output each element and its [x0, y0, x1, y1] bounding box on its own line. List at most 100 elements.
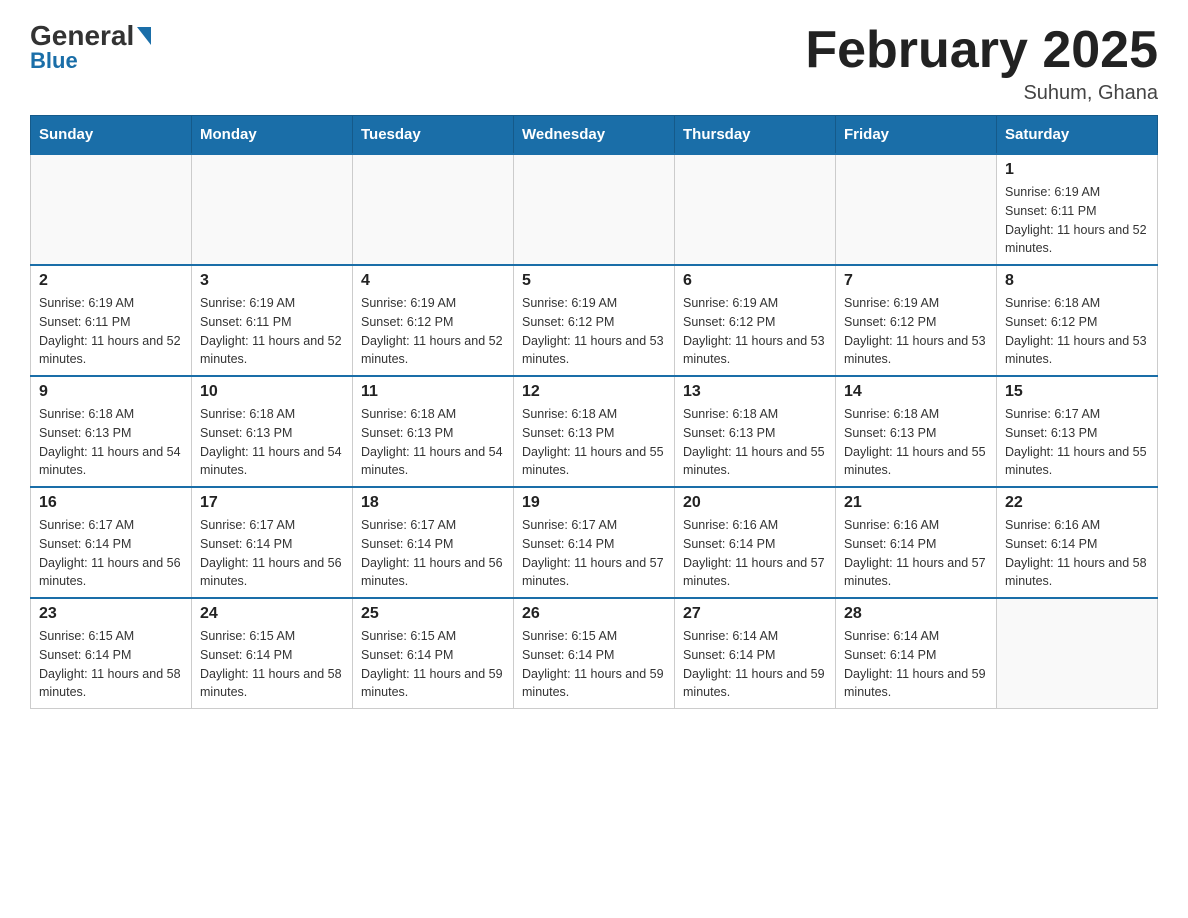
calendar-cell: 11 Sunrise: 6:18 AMSunset: 6:13 PMDaylig… — [353, 376, 514, 487]
day-info: Sunrise: 6:15 AMSunset: 6:14 PMDaylight:… — [200, 627, 344, 702]
day-info: Sunrise: 6:16 AMSunset: 6:14 PMDaylight:… — [1005, 516, 1149, 591]
day-info: Sunrise: 6:17 AMSunset: 6:14 PMDaylight:… — [39, 516, 183, 591]
day-number: 11 — [361, 383, 505, 401]
calendar-week-row: 1 Sunrise: 6:19 AMSunset: 6:11 PMDayligh… — [31, 154, 1158, 265]
day-info: Sunrise: 6:19 AMSunset: 6:12 PMDaylight:… — [844, 294, 988, 369]
calendar-cell: 17 Sunrise: 6:17 AMSunset: 6:14 PMDaylig… — [192, 487, 353, 598]
calendar-cell: 18 Sunrise: 6:17 AMSunset: 6:14 PMDaylig… — [353, 487, 514, 598]
calendar-cell: 26 Sunrise: 6:15 AMSunset: 6:14 PMDaylig… — [514, 598, 675, 709]
calendar-cell — [997, 598, 1158, 709]
calendar-week-row: 23 Sunrise: 6:15 AMSunset: 6:14 PMDaylig… — [31, 598, 1158, 709]
day-info: Sunrise: 6:18 AMSunset: 6:13 PMDaylight:… — [361, 405, 505, 480]
calendar-cell — [353, 154, 514, 265]
calendar-cell: 21 Sunrise: 6:16 AMSunset: 6:14 PMDaylig… — [836, 487, 997, 598]
day-info: Sunrise: 6:18 AMSunset: 6:13 PMDaylight:… — [200, 405, 344, 480]
calendar-cell — [675, 154, 836, 265]
day-number: 14 — [844, 383, 988, 401]
day-number: 15 — [1005, 383, 1149, 401]
day-number: 8 — [1005, 272, 1149, 290]
calendar-cell: 12 Sunrise: 6:18 AMSunset: 6:13 PMDaylig… — [514, 376, 675, 487]
calendar-cell: 23 Sunrise: 6:15 AMSunset: 6:14 PMDaylig… — [31, 598, 192, 709]
calendar-cell: 14 Sunrise: 6:18 AMSunset: 6:13 PMDaylig… — [836, 376, 997, 487]
logo-arrow-icon — [137, 27, 151, 45]
day-info: Sunrise: 6:19 AMSunset: 6:11 PMDaylight:… — [200, 294, 344, 369]
calendar-cell: 4 Sunrise: 6:19 AMSunset: 6:12 PMDayligh… — [353, 265, 514, 376]
calendar-cell — [514, 154, 675, 265]
calendar-cell: 2 Sunrise: 6:19 AMSunset: 6:11 PMDayligh… — [31, 265, 192, 376]
calendar-cell: 3 Sunrise: 6:19 AMSunset: 6:11 PMDayligh… — [192, 265, 353, 376]
calendar-cell: 27 Sunrise: 6:14 AMSunset: 6:14 PMDaylig… — [675, 598, 836, 709]
calendar-week-row: 2 Sunrise: 6:19 AMSunset: 6:11 PMDayligh… — [31, 265, 1158, 376]
day-info: Sunrise: 6:19 AMSunset: 6:12 PMDaylight:… — [683, 294, 827, 369]
day-number: 4 — [361, 272, 505, 290]
day-info: Sunrise: 6:17 AMSunset: 6:14 PMDaylight:… — [522, 516, 666, 591]
day-number: 5 — [522, 272, 666, 290]
calendar-header-wednesday: Wednesday — [514, 116, 675, 155]
calendar-cell: 13 Sunrise: 6:18 AMSunset: 6:13 PMDaylig… — [675, 376, 836, 487]
day-number: 22 — [1005, 494, 1149, 512]
day-number: 2 — [39, 272, 183, 290]
day-number: 17 — [200, 494, 344, 512]
calendar-cell: 6 Sunrise: 6:19 AMSunset: 6:12 PMDayligh… — [675, 265, 836, 376]
month-title: February 2025 — [805, 20, 1158, 80]
day-info: Sunrise: 6:17 AMSunset: 6:14 PMDaylight:… — [200, 516, 344, 591]
day-info: Sunrise: 6:14 AMSunset: 6:14 PMDaylight:… — [683, 627, 827, 702]
day-number: 6 — [683, 272, 827, 290]
day-info: Sunrise: 6:18 AMSunset: 6:13 PMDaylight:… — [844, 405, 988, 480]
calendar-header-row: SundayMondayTuesdayWednesdayThursdayFrid… — [31, 116, 1158, 155]
day-number: 13 — [683, 383, 827, 401]
calendar-cell: 1 Sunrise: 6:19 AMSunset: 6:11 PMDayligh… — [997, 154, 1158, 265]
day-number: 28 — [844, 605, 988, 623]
day-number: 10 — [200, 383, 344, 401]
day-info: Sunrise: 6:15 AMSunset: 6:14 PMDaylight:… — [522, 627, 666, 702]
title-section: February 2025 Suhum, Ghana — [805, 20, 1158, 105]
calendar-header-friday: Friday — [836, 116, 997, 155]
day-info: Sunrise: 6:18 AMSunset: 6:13 PMDaylight:… — [683, 405, 827, 480]
day-info: Sunrise: 6:18 AMSunset: 6:13 PMDaylight:… — [39, 405, 183, 480]
day-info: Sunrise: 6:19 AMSunset: 6:11 PMDaylight:… — [1005, 183, 1149, 258]
calendar-cell: 9 Sunrise: 6:18 AMSunset: 6:13 PMDayligh… — [31, 376, 192, 487]
calendar-cell: 25 Sunrise: 6:15 AMSunset: 6:14 PMDaylig… — [353, 598, 514, 709]
day-number: 20 — [683, 494, 827, 512]
calendar-week-row: 9 Sunrise: 6:18 AMSunset: 6:13 PMDayligh… — [31, 376, 1158, 487]
calendar-cell — [192, 154, 353, 265]
calendar-header-tuesday: Tuesday — [353, 116, 514, 155]
calendar-header-sunday: Sunday — [31, 116, 192, 155]
day-number: 21 — [844, 494, 988, 512]
calendar-cell: 28 Sunrise: 6:14 AMSunset: 6:14 PMDaylig… — [836, 598, 997, 709]
calendar-cell: 19 Sunrise: 6:17 AMSunset: 6:14 PMDaylig… — [514, 487, 675, 598]
calendar-cell: 22 Sunrise: 6:16 AMSunset: 6:14 PMDaylig… — [997, 487, 1158, 598]
calendar-cell: 16 Sunrise: 6:17 AMSunset: 6:14 PMDaylig… — [31, 487, 192, 598]
page-header: General Blue February 2025 Suhum, Ghana — [30, 20, 1158, 105]
calendar-cell: 10 Sunrise: 6:18 AMSunset: 6:13 PMDaylig… — [192, 376, 353, 487]
calendar-header-saturday: Saturday — [997, 116, 1158, 155]
location-label: Suhum, Ghana — [805, 82, 1158, 105]
calendar-cell: 15 Sunrise: 6:17 AMSunset: 6:13 PMDaylig… — [997, 376, 1158, 487]
calendar-week-row: 16 Sunrise: 6:17 AMSunset: 6:14 PMDaylig… — [31, 487, 1158, 598]
calendar-table: SundayMondayTuesdayWednesdayThursdayFrid… — [30, 115, 1158, 709]
calendar-cell: 20 Sunrise: 6:16 AMSunset: 6:14 PMDaylig… — [675, 487, 836, 598]
day-info: Sunrise: 6:16 AMSunset: 6:14 PMDaylight:… — [683, 516, 827, 591]
day-number: 24 — [200, 605, 344, 623]
calendar-cell: 8 Sunrise: 6:18 AMSunset: 6:12 PMDayligh… — [997, 265, 1158, 376]
day-number: 16 — [39, 494, 183, 512]
day-number: 18 — [361, 494, 505, 512]
day-info: Sunrise: 6:18 AMSunset: 6:13 PMDaylight:… — [522, 405, 666, 480]
calendar-cell: 24 Sunrise: 6:15 AMSunset: 6:14 PMDaylig… — [192, 598, 353, 709]
day-number: 3 — [200, 272, 344, 290]
day-number: 9 — [39, 383, 183, 401]
day-info: Sunrise: 6:16 AMSunset: 6:14 PMDaylight:… — [844, 516, 988, 591]
day-info: Sunrise: 6:18 AMSunset: 6:12 PMDaylight:… — [1005, 294, 1149, 369]
day-info: Sunrise: 6:19 AMSunset: 6:12 PMDaylight:… — [522, 294, 666, 369]
calendar-cell: 5 Sunrise: 6:19 AMSunset: 6:12 PMDayligh… — [514, 265, 675, 376]
day-number: 27 — [683, 605, 827, 623]
logo: General Blue — [30, 20, 151, 74]
day-number: 19 — [522, 494, 666, 512]
logo-blue-text: Blue — [30, 48, 78, 74]
calendar-cell: 7 Sunrise: 6:19 AMSunset: 6:12 PMDayligh… — [836, 265, 997, 376]
day-info: Sunrise: 6:14 AMSunset: 6:14 PMDaylight:… — [844, 627, 988, 702]
day-info: Sunrise: 6:19 AMSunset: 6:12 PMDaylight:… — [361, 294, 505, 369]
day-info: Sunrise: 6:15 AMSunset: 6:14 PMDaylight:… — [361, 627, 505, 702]
day-info: Sunrise: 6:17 AMSunset: 6:14 PMDaylight:… — [361, 516, 505, 591]
day-number: 23 — [39, 605, 183, 623]
